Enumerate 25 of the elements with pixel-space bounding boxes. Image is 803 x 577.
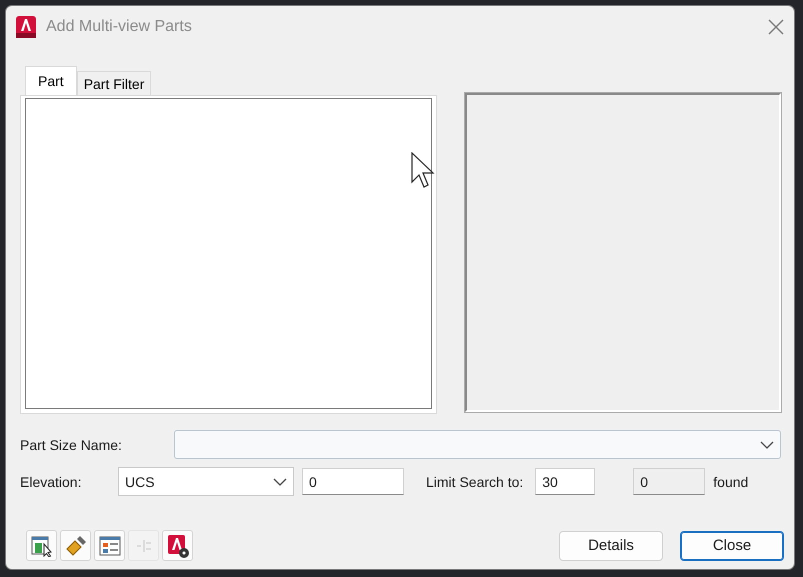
chevron-down-icon	[760, 440, 774, 448]
field-label: Part Size Name:	[20, 436, 123, 452]
found-count-field[interactable]: 0	[633, 468, 706, 495]
elevation-dropdown[interactable]: UCS	[118, 467, 294, 496]
brush-tool-button[interactable]	[60, 530, 91, 561]
close-icon[interactable]	[768, 19, 784, 35]
tab[interactable]: Part	[25, 66, 77, 95]
layout-icon	[98, 534, 120, 556]
close-button[interactable]: Close	[680, 530, 784, 560]
help-tool-button[interactable]	[162, 530, 193, 561]
brush-icon	[64, 534, 86, 556]
field-label: Limit Search to:	[426, 474, 524, 490]
limit-search-field[interactable]: 30	[535, 468, 596, 495]
app-logo-icon	[16, 16, 36, 38]
layout-tool-button[interactable]	[94, 530, 125, 561]
help-icon	[166, 534, 190, 558]
field-label: Elevation:	[20, 474, 82, 490]
tab[interactable]: Part Filter	[76, 71, 152, 95]
select-icon	[30, 534, 52, 556]
found-label: found	[713, 474, 748, 490]
select-tool-button[interactable]	[26, 530, 57, 561]
details-button[interactable]: Details	[559, 530, 663, 560]
window-title: Add Multi-view Parts	[46, 18, 193, 36]
elevation-field[interactable]: 0	[302, 468, 404, 495]
chevron-down-icon	[273, 478, 287, 486]
